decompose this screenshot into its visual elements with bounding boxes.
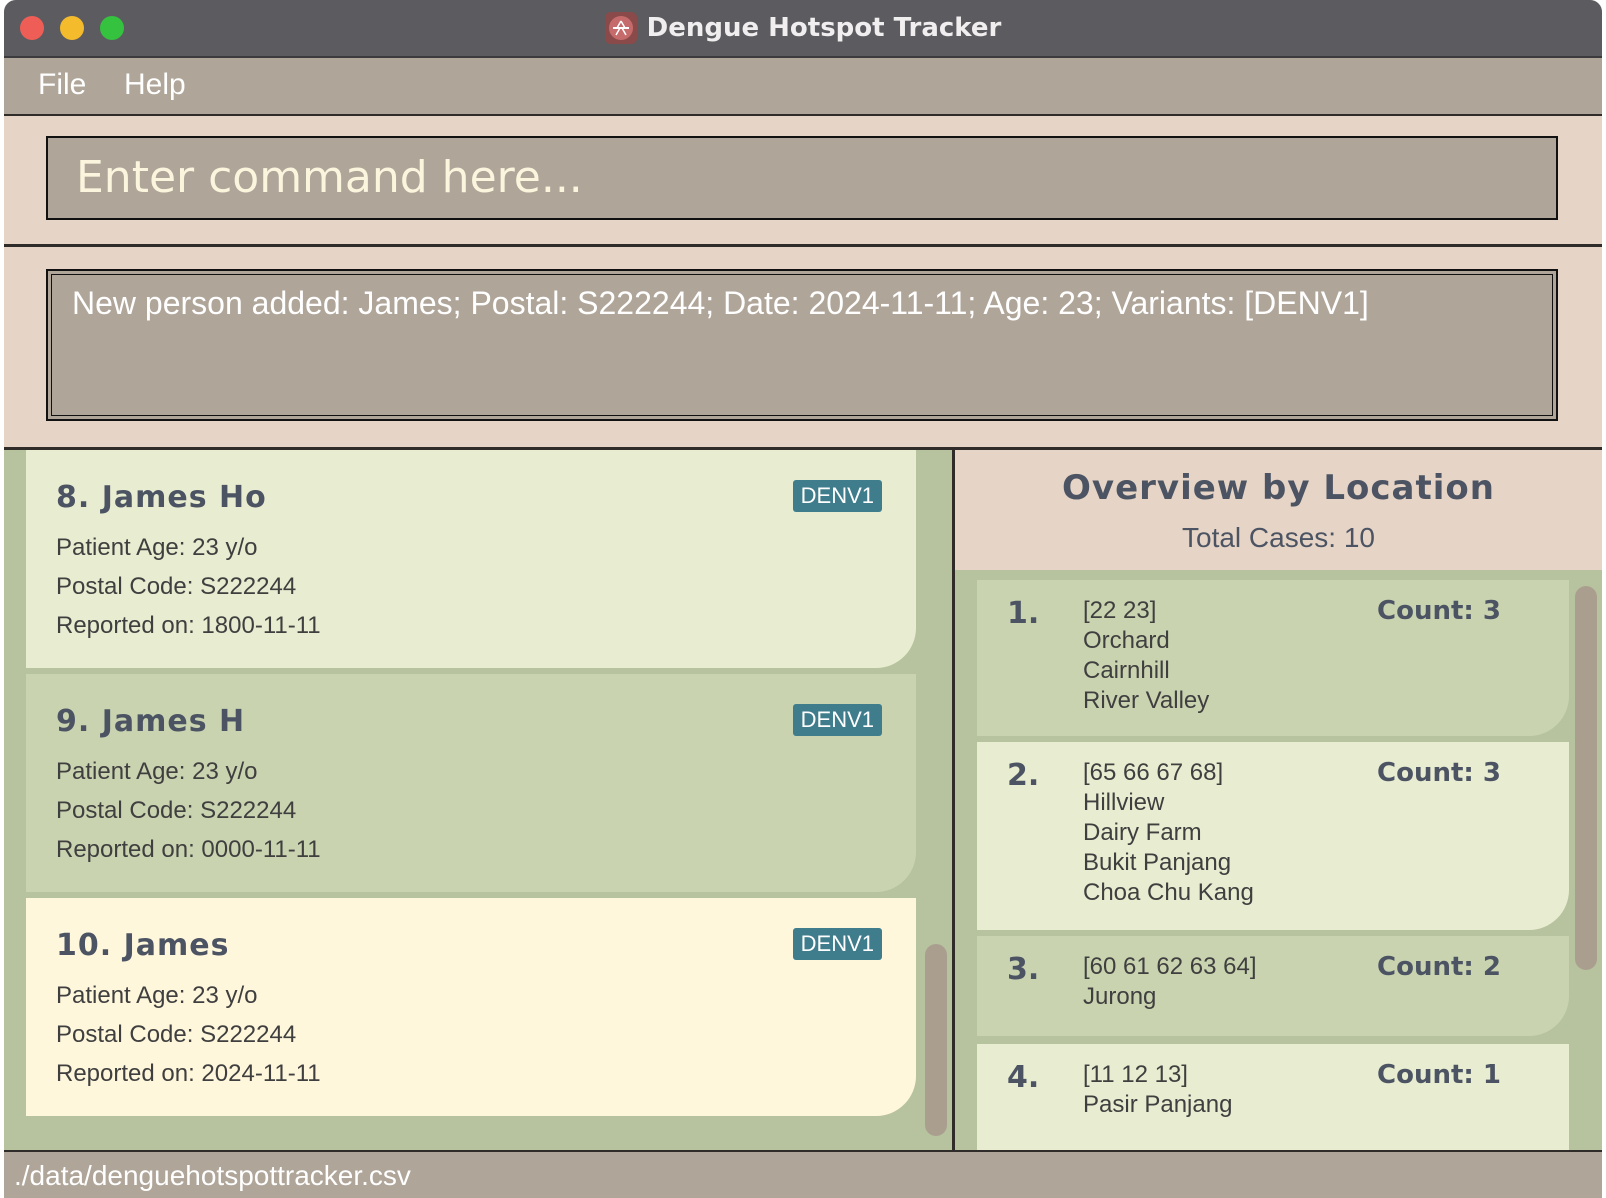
person-reported: Reported on: 2024-11-11 <box>56 1060 321 1087</box>
person-postal: Postal Code: S222244 <box>56 573 297 600</box>
variant-tag: DENV1 <box>792 480 882 512</box>
result-text: New person added: James; Postal: S222244… <box>72 285 1369 321</box>
command-area: Enter command here... <box>4 116 1602 247</box>
menu-file[interactable]: File <box>38 68 86 102</box>
status-bar: ./data/denguehotspottracker.csv <box>4 1150 1602 1198</box>
person-name: 9. James H <box>56 704 246 739</box>
location-line: Choa Chu Kang <box>1083 879 1254 906</box>
location-line: Hillview <box>1083 789 1165 816</box>
total-cases: Total Cases: 10 <box>1182 522 1375 553</box>
location-line: Jurong <box>1083 983 1157 1010</box>
overview-panel: Overview by Location Total Cases: 10 1. … <box>955 450 1602 1150</box>
person-list-panel: 8. James Ho DENV1 Patient Age: 23 y/o Po… <box>4 450 955 1150</box>
person-card[interactable]: 9. James H DENV1 Patient Age: 23 y/o Pos… <box>26 674 916 892</box>
result-display: New person added: James; Postal: S222244… <box>46 269 1558 421</box>
window-title: Dengue Hotspot Tracker <box>646 13 1002 43</box>
menu-bar: File Help <box>4 58 1602 116</box>
person-age: Patient Age: 23 y/o <box>56 534 258 561</box>
person-age: Patient Age: 23 y/o <box>56 982 258 1009</box>
location-card[interactable]: 3. [60 61 62 63 64] Jurong Count: 2 <box>977 936 1569 1036</box>
location-line: Bukit Panjang <box>1083 849 1232 876</box>
location-count: Count: 2 <box>1377 952 1501 982</box>
person-reported: Reported on: 0000-11-11 <box>56 836 321 863</box>
data-file-path: ./data/denguehotspottracker.csv <box>14 1160 411 1191</box>
location-count: Count: 3 <box>1377 596 1501 626</box>
location-line: Cairnhill <box>1083 657 1170 684</box>
location-line: [60 61 62 63 64] <box>1083 953 1257 980</box>
location-rank: 3. <box>1007 952 1040 987</box>
location-rank: 1. <box>1007 596 1040 631</box>
overview-title: Overview by Location <box>1062 468 1495 508</box>
location-line: [22 23] <box>1083 597 1157 624</box>
person-name: 8. James Ho <box>56 480 267 515</box>
variant-tag: DENV1 <box>792 928 882 960</box>
location-rank: 2. <box>1007 758 1040 793</box>
app-window: Dengue Hotspot Tracker File Help Enter c… <box>4 0 1602 1198</box>
person-list-scrollbar[interactable] <box>925 944 947 1136</box>
location-rank: 4. <box>1007 1060 1040 1095</box>
result-area: New person added: James; Postal: S222244… <box>4 247 1602 450</box>
location-line: Pasir Panjang <box>1083 1091 1233 1118</box>
location-card[interactable]: 1. [22 23] Orchard Cairnhill River Valle… <box>977 580 1569 736</box>
person-age: Patient Age: 23 y/o <box>56 758 258 785</box>
location-card[interactable]: 4. [11 12 13] Pasir Panjang Count: 1 <box>977 1044 1569 1150</box>
overview-scrollbar[interactable] <box>1575 586 1597 970</box>
title-bar: Dengue Hotspot Tracker <box>4 0 1602 58</box>
location-line: [65 66 67 68] <box>1083 759 1224 786</box>
overview-header: Overview by Location Total Cases: 10 <box>955 450 1602 570</box>
person-name: 10. James <box>56 928 230 963</box>
location-line: [11 12 13] <box>1083 1061 1188 1088</box>
person-card-selected[interactable]: 10. James DENV1 Patient Age: 23 y/o Post… <box>26 898 916 1116</box>
mosquito-icon <box>604 12 637 44</box>
command-input[interactable]: Enter command here... <box>46 136 1558 220</box>
location-line: River Valley <box>1083 687 1210 714</box>
person-reported: Reported on: 1800-11-11 <box>56 612 321 639</box>
variant-tag: DENV1 <box>792 704 882 736</box>
person-postal: Postal Code: S222244 <box>56 797 297 824</box>
person-postal: Postal Code: S222244 <box>56 1021 297 1048</box>
location-line: Dairy Farm <box>1083 819 1202 846</box>
menu-help[interactable]: Help <box>124 68 186 102</box>
person-card[interactable]: 8. James Ho DENV1 Patient Age: 23 y/o Po… <box>26 450 916 668</box>
location-line: Orchard <box>1083 627 1170 654</box>
location-card[interactable]: 2. [65 66 67 68] Hillview Dairy Farm Buk… <box>977 742 1569 930</box>
location-count: Count: 1 <box>1377 1060 1501 1090</box>
location-count: Count: 3 <box>1377 758 1501 788</box>
